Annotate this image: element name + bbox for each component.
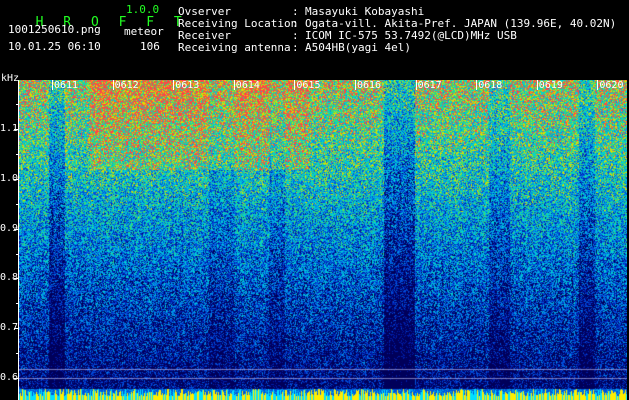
time-tick-mark	[294, 80, 296, 90]
y-minor-tick	[16, 378, 18, 379]
time-tick-mark	[233, 80, 235, 90]
time-tick-label: 0616	[357, 80, 382, 91]
info-value-antenna: A504HB(yagi 4el)	[305, 41, 411, 54]
time-tick-label: 0617	[417, 80, 442, 91]
category-label: meteor	[124, 25, 164, 38]
y-minor-tick	[16, 153, 18, 155]
y-minor-tick	[16, 178, 18, 180]
time-tick-mark	[476, 80, 478, 90]
time-tick-mark	[536, 80, 538, 90]
time-tick-mark	[355, 80, 356, 90]
time-tick-label: 0618	[478, 80, 503, 91]
y-minor-tick	[16, 203, 18, 205]
time-tick-mark	[52, 80, 53, 90]
y-minor-tick	[16, 328, 18, 330]
file-name: 1001250610.png	[8, 23, 101, 36]
time-tick-mark	[112, 80, 114, 90]
y-minor-tick	[16, 353, 18, 355]
y-minor-tick	[16, 104, 18, 106]
y-unit-label: kHz	[1, 73, 20, 84]
time-tick-label: 0619	[538, 80, 563, 91]
time-tick-label: 0620	[599, 80, 624, 91]
time-tick-label: 0615	[296, 80, 321, 91]
y-minor-tick	[16, 129, 18, 130]
spectrogram	[19, 80, 627, 400]
y-minor-tick	[16, 228, 18, 230]
info-label-antenna: Receiving antenna	[178, 41, 291, 54]
y-axis-line	[18, 80, 19, 400]
app-version: 1.0.0	[126, 3, 160, 16]
time-tick-label: 0612	[114, 80, 139, 91]
y-minor-tick	[16, 253, 18, 255]
time-tick-mark	[173, 80, 175, 90]
time-tick-mark	[597, 80, 599, 90]
time-tick-label: 0611	[54, 80, 79, 91]
time-tick-label: 0613	[175, 80, 200, 91]
spectrogram-canvas	[19, 80, 627, 400]
datetime-label: 10.01.25 06:10	[8, 40, 101, 53]
count-label: 106	[140, 40, 160, 53]
time-tick-label: 0614	[235, 80, 260, 91]
y-minor-tick	[16, 303, 18, 305]
y-minor-tick	[16, 278, 18, 280]
info-sep: :	[292, 41, 299, 54]
time-tick-mark	[415, 80, 417, 90]
